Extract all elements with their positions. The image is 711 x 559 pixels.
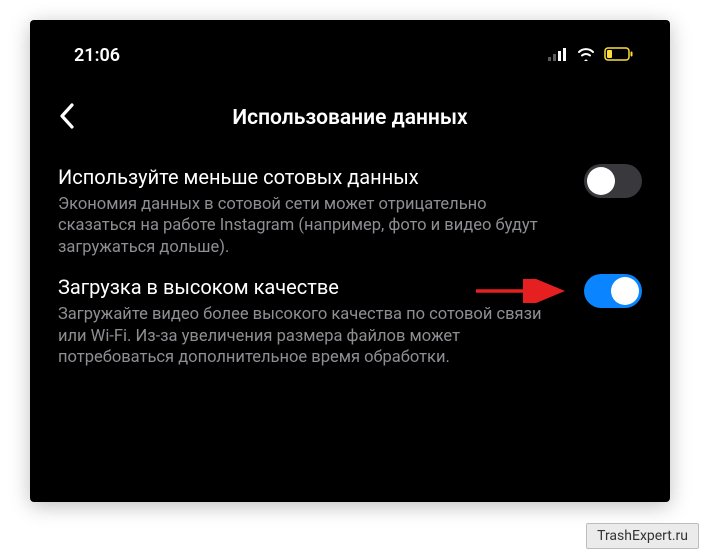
toggle-use-less-data[interactable] [584,164,642,198]
chevron-left-icon [58,102,76,130]
phone-screen: 21:06 [30,20,670,502]
setting-use-less-data: Используйте меньше сотовых данных Эконом… [58,164,642,258]
back-button[interactable] [58,102,76,134]
setting-description: Экономия данных в сотовой сети может отр… [58,194,560,258]
toggle-knob [611,277,639,305]
setting-text: Загрузка в высоком качестве Загружайте в… [58,274,560,368]
nav-header: Использование данных [58,100,642,136]
page-title: Использование данных [58,106,642,130]
toggle-knob [587,167,615,195]
wifi-icon [576,46,596,65]
setting-text: Используйте меньше сотовых данных Эконом… [58,164,560,258]
setting-high-quality-upload: Загрузка в высоком качестве Загружайте в… [58,274,642,368]
status-time: 21:06 [58,45,120,66]
setting-title: Загрузка в высоком качестве [58,274,560,300]
status-icons [548,46,642,65]
watermark: TrashExpert.ru [586,523,699,549]
settings-list: Используйте меньше сотовых данных Эконом… [58,164,642,369]
battery-icon [604,46,634,65]
toggle-high-quality-upload[interactable] [584,274,642,308]
setting-description: Загружайте видео более высокого качества… [58,304,560,368]
status-bar: 21:06 [58,38,642,72]
setting-title: Используйте меньше сотовых данных [58,164,560,190]
cellular-icon [548,46,568,65]
